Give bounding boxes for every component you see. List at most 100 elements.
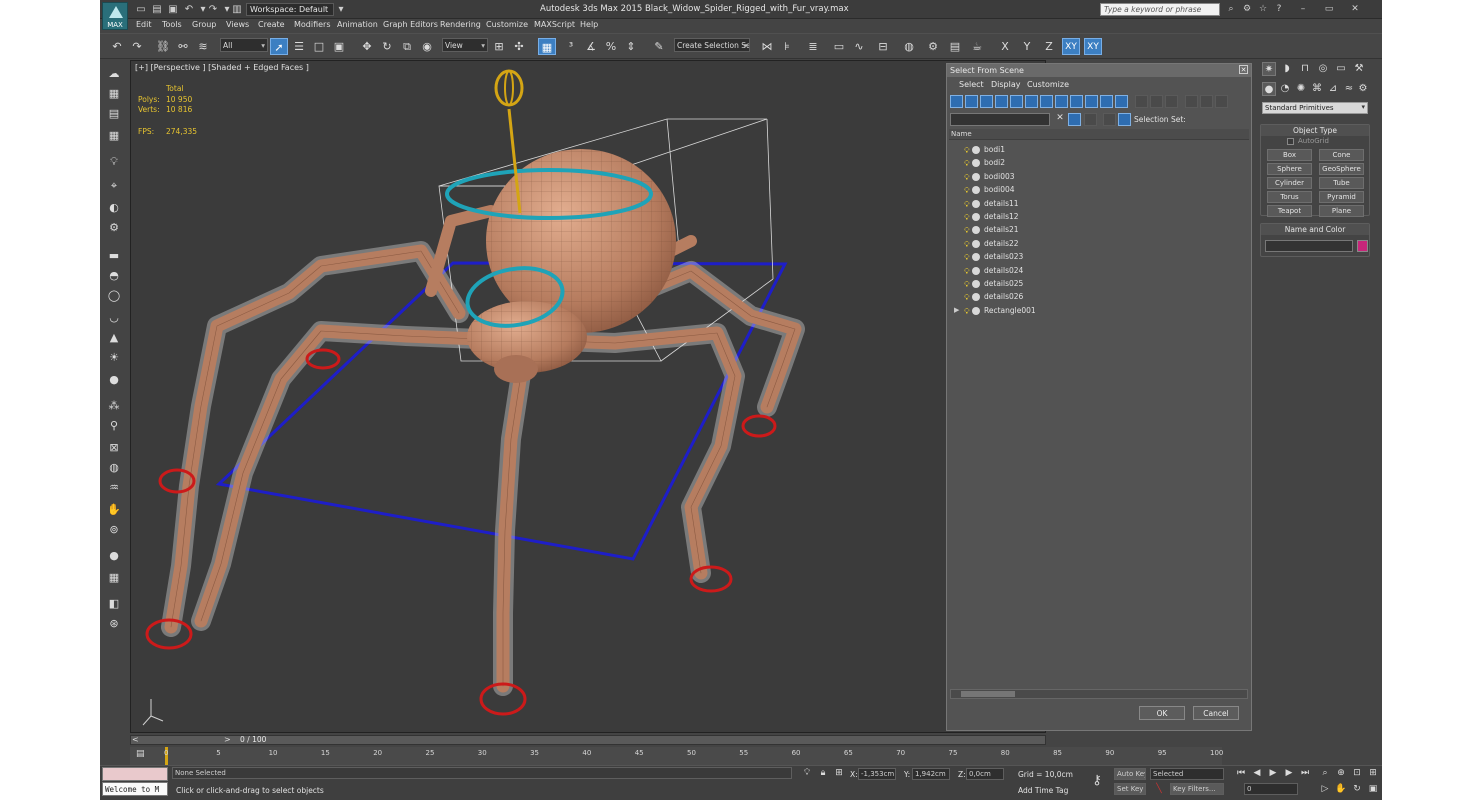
absolute-mode-icon[interactable]: ⊞ [832, 767, 846, 780]
light-icon[interactable]: 💡︎ [106, 154, 122, 170]
bowl-icon[interactable]: ◡ [106, 310, 122, 326]
menu-edit[interactable]: Edit [136, 20, 152, 29]
dialog-menu-select[interactable]: Select [959, 80, 984, 89]
display-xrefs-icon[interactable] [1055, 95, 1068, 108]
next-frame-icon[interactable]: ▶ [1282, 767, 1296, 780]
visibility-bulb-icon[interactable]: 💡︎ [964, 238, 970, 251]
filter-options-icon[interactable] [1200, 95, 1213, 108]
scene-object-row[interactable]: 💡︎ details023 [949, 250, 1249, 263]
select-manipulate-icon[interactable]: ✣ [510, 38, 528, 55]
object-type-title[interactable]: Object Type [1261, 125, 1369, 136]
plane-primitive-icon[interactable]: ▬ [106, 248, 122, 264]
render-setup-icon[interactable]: ⚙ [924, 38, 942, 55]
add-time-tag[interactable]: Add Time Tag [1018, 786, 1068, 795]
globe-icon[interactable]: ◍ [106, 460, 122, 476]
display-shapes-icon[interactable] [965, 95, 978, 108]
mirror-icon[interactable]: ⋈ [758, 38, 776, 55]
menu-graph-editors[interactable]: Graph Editors [383, 20, 438, 29]
dialog-title[interactable]: Select From Scene [947, 64, 1251, 77]
display-cameras-icon[interactable] [995, 95, 1008, 108]
display-lights-icon[interactable] [980, 95, 993, 108]
settings-dial-icon[interactable]: ⊛ [106, 616, 122, 632]
clear-find-icon[interactable]: ✕ [1054, 113, 1066, 126]
key-filters-button[interactable]: Key Filters... [1170, 783, 1224, 795]
slider-next-icon[interactable]: > [224, 735, 240, 745]
visibility-bulb-icon[interactable]: 💡︎ [964, 224, 970, 237]
box-button[interactable]: Box [1267, 149, 1312, 161]
mesh-icon[interactable]: ⊠ [106, 440, 122, 456]
select-all-icon[interactable] [1135, 95, 1148, 108]
search-input[interactable]: Type a keyword or phrase [1100, 3, 1220, 16]
torus-button[interactable]: Torus [1267, 191, 1312, 203]
search-icon[interactable]: ⌕ [1224, 3, 1238, 16]
name-color-title[interactable]: Name and Color [1261, 224, 1369, 235]
modify-tab-icon[interactable]: ◗ [1280, 62, 1294, 76]
moon-icon[interactable]: ◐ [106, 200, 122, 216]
visibility-bulb-icon[interactable]: 💡︎ [964, 184, 970, 197]
lights-icon[interactable]: ✺ [1294, 82, 1308, 96]
help-icon[interactable]: ? [1272, 3, 1286, 16]
field-of-view-icon[interactable]: ▷ [1318, 783, 1332, 796]
menu-customize[interactable]: Customize [486, 20, 528, 29]
container-icon[interactable]: ☁ [106, 66, 122, 82]
helpers-icon[interactable]: ⊿ [1326, 82, 1340, 96]
spinner-snap-icon[interactable]: ⇕ [622, 38, 640, 55]
key-filter-icon[interactable]: ╲ [1152, 783, 1166, 796]
motion-tab-icon[interactable]: ◎ [1316, 62, 1330, 76]
maximize-icon[interactable]: ▭ [1322, 3, 1336, 16]
select-none-icon[interactable] [1150, 95, 1163, 108]
scene-object-row[interactable]: 💡︎ details026 [949, 290, 1249, 303]
hemisphere-icon[interactable]: ◓ [106, 268, 122, 284]
filter-icon[interactable] [1185, 95, 1198, 108]
cone-button[interactable]: Cone [1319, 149, 1364, 161]
visibility-bulb-icon[interactable]: 💡︎ [964, 171, 970, 184]
visibility-bulb-icon[interactable]: 💡︎ [964, 291, 970, 304]
y-coordinate-field[interactable]: 1,942cm [912, 768, 950, 780]
create-tab-icon[interactable]: ✷ [1262, 62, 1276, 76]
sphere-icon[interactable]: ● [106, 372, 122, 388]
key-icon[interactable]: ⚷ [1090, 774, 1104, 787]
scene-object-row[interactable]: 💡︎ details22 [949, 237, 1249, 250]
subscription-icon[interactable]: ⚙ [1240, 3, 1254, 16]
rotate-icon[interactable]: ↻ [378, 38, 396, 55]
menu-views[interactable]: Views [226, 20, 249, 29]
hair-icon[interactable]: ♒ [106, 480, 122, 496]
x-coordinate-field[interactable]: -1,353cm [858, 768, 896, 780]
pivot-center-icon[interactable]: ⊞ [490, 38, 508, 55]
scene-explorer-icon[interactable]: ▦ [106, 86, 122, 102]
display-hidden-icon[interactable] [1115, 95, 1128, 108]
sphere-button[interactable]: Sphere [1267, 163, 1312, 175]
display-bones-icon[interactable] [1070, 95, 1083, 108]
scene-object-row[interactable]: 💡︎ bodi003 [949, 170, 1249, 183]
perspective-viewport[interactable]: [+] [Perspective ] [Shaded + Edged Faces… [130, 60, 1046, 733]
menu-animation[interactable]: Animation [337, 20, 378, 29]
layer-manager-icon[interactable]: ≣ [804, 38, 822, 55]
material-editor-icon[interactable]: ◍ [900, 38, 918, 55]
spacewarps-icon[interactable]: ≈ [1342, 82, 1356, 96]
keyboard-shortcut-override-icon[interactable]: ▦ [538, 38, 556, 55]
go-to-start-icon[interactable]: ⏮ [1234, 767, 1248, 780]
select-object-icon[interactable]: ➚ [270, 38, 288, 55]
systems-icon[interactable]: ⚙ [1356, 82, 1370, 96]
geometry-icon[interactable]: ● [1262, 82, 1276, 96]
find-case-icon[interactable] [1068, 113, 1081, 126]
bind-spacewarp-icon[interactable]: ≋ [194, 38, 212, 55]
edit-named-selection-icon[interactable]: ✎ [650, 38, 668, 55]
scene-object-row[interactable]: 💡︎ details025 [949, 277, 1249, 290]
mini-curve-editor-icon[interactable]: ▤ [136, 749, 148, 761]
place-icon[interactable]: ◉ [418, 38, 436, 55]
new-file-icon[interactable]: ▭ [134, 3, 148, 16]
play-icon[interactable]: ▶ [1266, 767, 1280, 780]
zoom-all-icon[interactable]: ⊕ [1334, 767, 1348, 780]
display-helpers-icon[interactable] [1010, 95, 1023, 108]
display-geometry-icon[interactable] [950, 95, 963, 108]
axis-xy-cycle-button[interactable]: XY [1084, 38, 1102, 55]
visibility-bulb-icon[interactable]: 💡︎ [964, 157, 970, 170]
selection-set-icon[interactable] [1118, 113, 1131, 126]
utilities-tab-icon[interactable]: ⚒ [1352, 62, 1366, 76]
display-spacewarps-icon[interactable] [1025, 95, 1038, 108]
cone-icon[interactable]: ▲ [106, 330, 122, 346]
find-options-icon[interactable] [1084, 113, 1097, 126]
pyramid-button[interactable]: Pyramid [1319, 191, 1364, 203]
scene-object-row[interactable]: 💡︎ bodi2 [949, 156, 1249, 169]
